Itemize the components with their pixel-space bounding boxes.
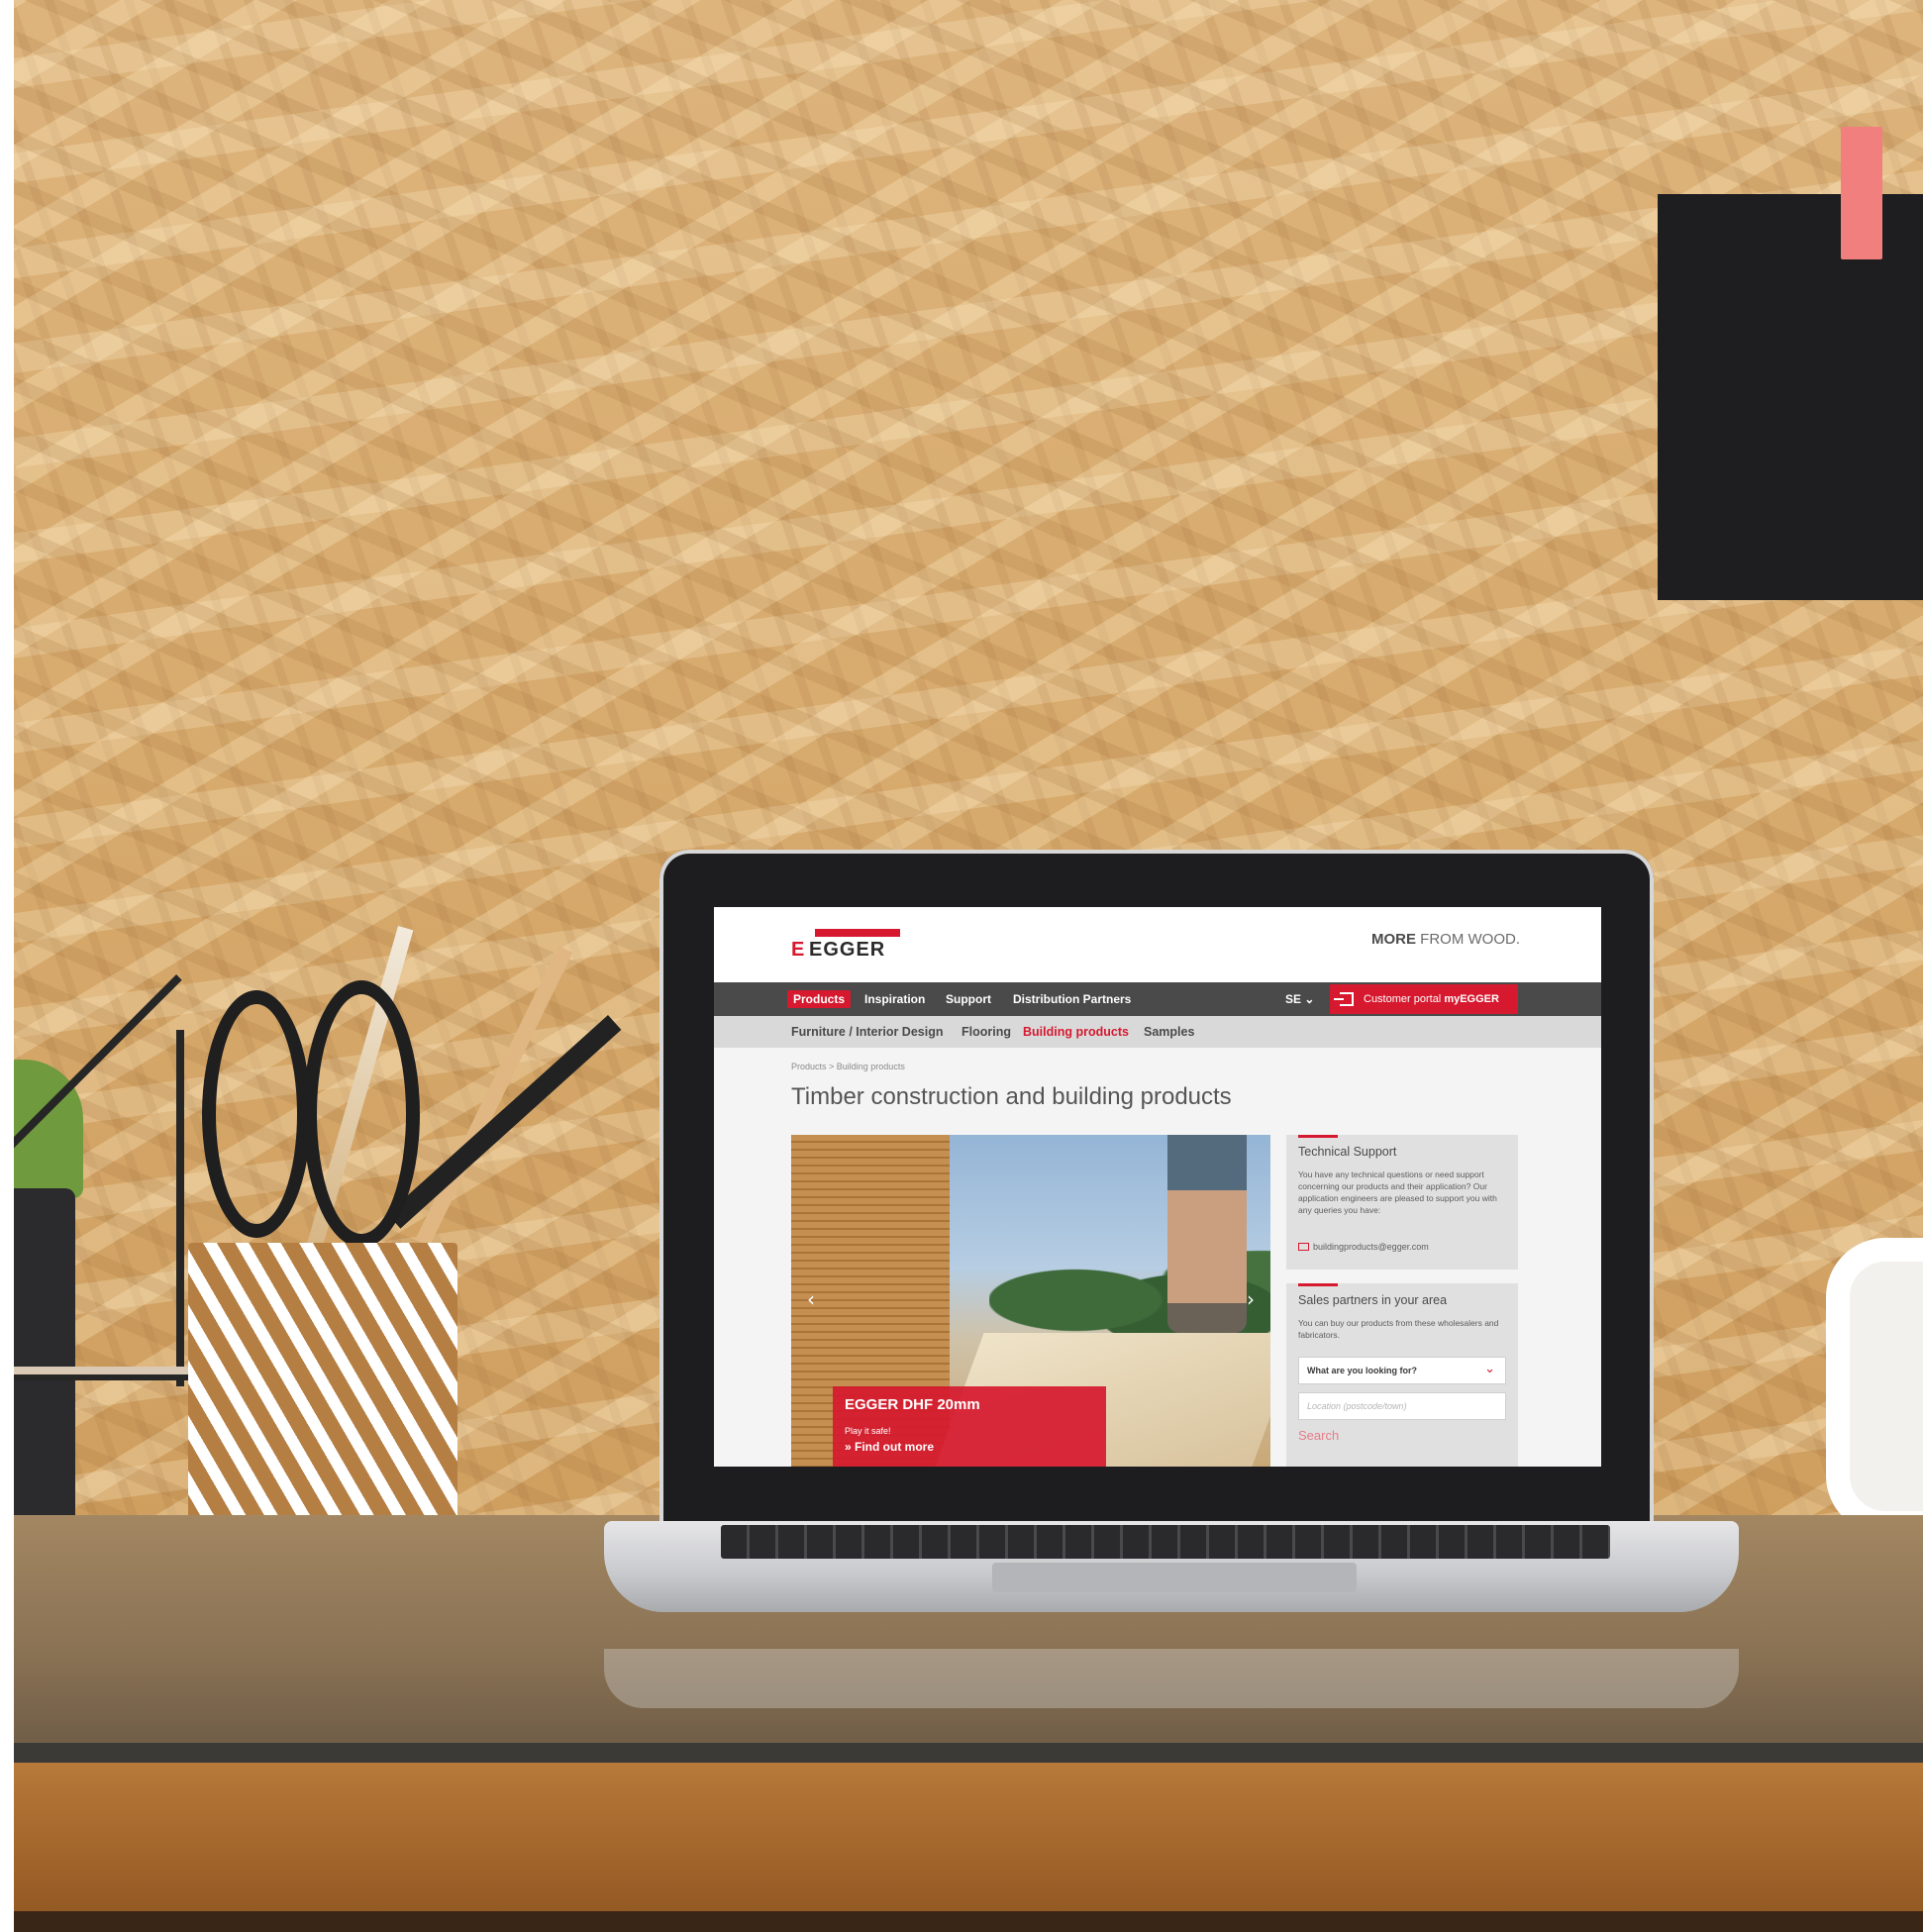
login-icon <box>1334 992 1354 1006</box>
hero-slider[interactable]: ‹ › EGGER DHF 20mm Play it safe! » Find … <box>791 1135 1270 1467</box>
box-accent <box>1298 1283 1338 1286</box>
logo-mark: E <box>791 939 805 961</box>
teaser-title: EGGER DHF 20mm <box>845 1396 980 1413</box>
hero-worker-legs <box>1167 1135 1247 1333</box>
nav-item-support[interactable]: Support <box>940 990 997 1008</box>
sub-nav: Furniture / Interior Design Flooring Bui… <box>714 1016 1601 1048</box>
nav-item-inspiration[interactable]: Inspiration <box>859 990 931 1008</box>
technical-support-box: Technical Support You have any technical… <box>1286 1135 1518 1270</box>
portal-label: Customer portal <box>1364 993 1445 1005</box>
subnav-item-building-products[interactable]: Building products <box>1023 1024 1129 1040</box>
support-email: buildingproducts@egger.com <box>1313 1242 1429 1252</box>
logo-word: EGGER <box>809 939 886 961</box>
table-edge <box>14 1743 1923 1763</box>
location-input[interactable] <box>1298 1392 1506 1420</box>
nav-item-distribution-partners[interactable]: Distribution Partners <box>1007 990 1137 1008</box>
product-type-select[interactable]: What are you looking for? ⌄ <box>1298 1357 1506 1384</box>
teaser-subtitle: Play it safe! <box>845 1426 891 1436</box>
white-mug <box>1826 1238 1923 1535</box>
black-paper-note <box>1658 194 1923 600</box>
wire-house-shelf <box>14 812 202 1575</box>
tagline-rest: FROM WOOD. <box>1416 931 1520 948</box>
tagline: MORE FROM WOOD. <box>1371 931 1520 948</box>
laptop-keyboard <box>721 1525 1610 1559</box>
sales-partners-box: Sales partners in your area You can buy … <box>1286 1283 1518 1467</box>
technical-support-text: You have any technical questions or need… <box>1298 1169 1497 1215</box>
hero-teaser[interactable]: EGGER DHF 20mm Play it safe! » Find out … <box>833 1386 1106 1467</box>
logo-bar <box>815 929 900 937</box>
laptop-trackpad <box>992 1563 1357 1592</box>
main-nav: Products Inspiration Support Distributio… <box>714 982 1601 1016</box>
search-button[interactable]: Search <box>1298 1428 1339 1443</box>
page-title: Timber construction and building product… <box>791 1083 1232 1110</box>
subnav-item-furniture[interactable]: Furniture / Interior Design <box>791 1024 944 1040</box>
language-selector[interactable]: SE ⌄ <box>1285 990 1314 1008</box>
sales-partners-heading: Sales partners in your area <box>1298 1293 1448 1307</box>
table-shadow <box>14 1911 1923 1932</box>
subnav-item-flooring[interactable]: Flooring <box>962 1024 1011 1040</box>
customer-portal-button[interactable]: Customer portal myEGGER <box>1330 984 1518 1014</box>
technical-support-heading: Technical Support <box>1298 1145 1397 1159</box>
wooden-table <box>14 1763 1923 1932</box>
nav-item-products[interactable]: Products <box>787 990 852 1008</box>
chevron-down-icon: ⌄ <box>1484 1362 1495 1376</box>
box-accent <box>1298 1135 1338 1138</box>
laptop-screen-website: E EGGER MORE FROM WOOD. Products Inspira… <box>714 907 1601 1467</box>
tagline-bold: MORE <box>1371 931 1416 948</box>
breadcrumb[interactable]: Products > Building products <box>791 1062 905 1071</box>
patterned-pencil-cup <box>188 1243 457 1550</box>
support-email-link[interactable]: buildingproducts@egger.com <box>1298 1242 1429 1252</box>
page-content: Products > Building products Timber cons… <box>714 1048 1601 1467</box>
scissors-handle-right <box>303 980 420 1248</box>
mail-icon <box>1298 1243 1309 1251</box>
red-tape <box>1841 127 1882 259</box>
portal-label-bold: myEGGER <box>1444 993 1499 1005</box>
egger-logo[interactable]: E EGGER <box>791 929 902 963</box>
select-value: What are you looking for? <box>1307 1366 1418 1375</box>
chevron-right-icon[interactable]: › <box>1241 1289 1261 1309</box>
scissors-handle-left <box>202 990 311 1238</box>
chevron-left-icon[interactable]: ‹ <box>801 1289 821 1309</box>
laptop-reflection <box>604 1649 1739 1708</box>
find-out-more-link[interactable]: » Find out more <box>845 1440 934 1454</box>
sales-partners-text: You can buy our products from these whol… <box>1298 1318 1499 1340</box>
subnav-item-samples[interactable]: Samples <box>1144 1024 1194 1040</box>
site-header: E EGGER MORE FROM WOOD. <box>714 907 1601 982</box>
